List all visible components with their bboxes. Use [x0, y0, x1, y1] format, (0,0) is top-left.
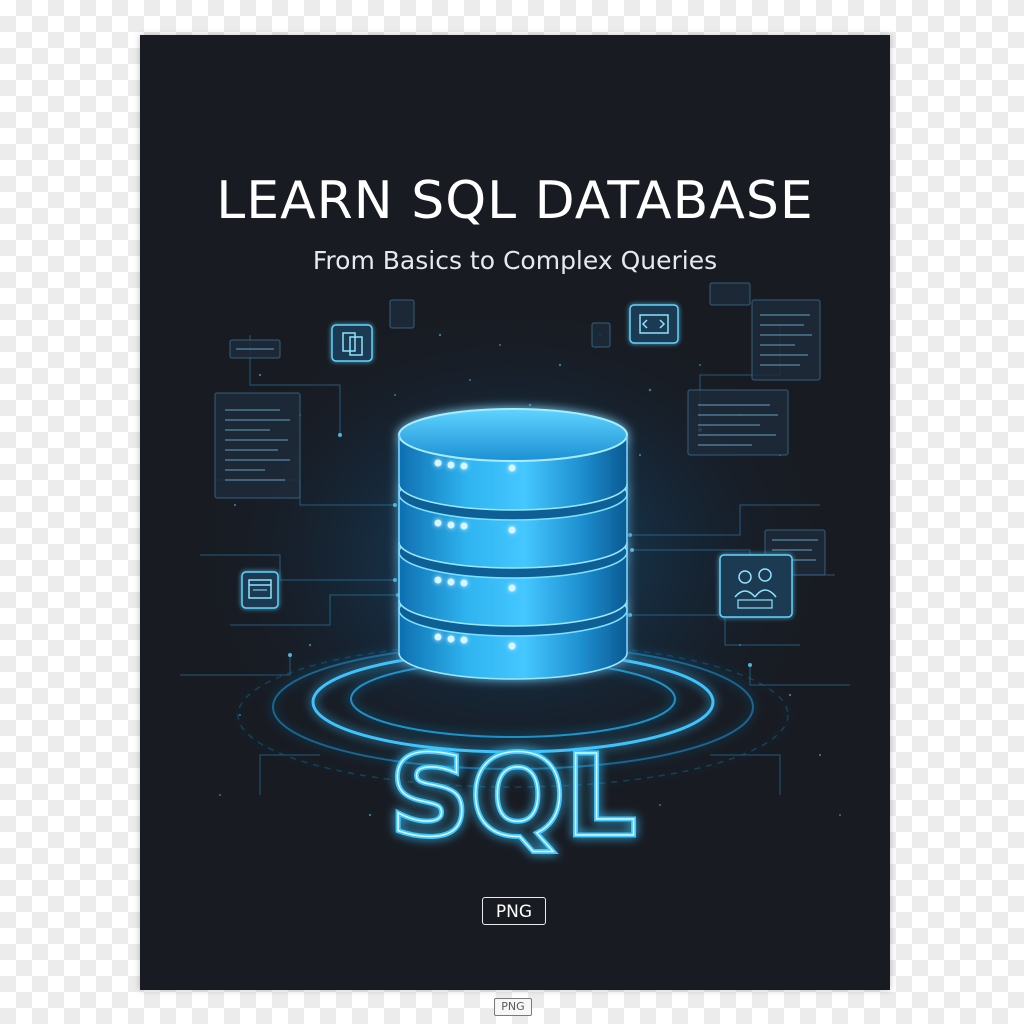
code-icon: [629, 304, 679, 344]
document-icon: [331, 324, 373, 362]
users-icon: [719, 554, 793, 618]
browser-icon: [241, 571, 279, 609]
footer-png-badge: PNG: [494, 998, 532, 1016]
database-illustration: SQL SQL: [180, 282, 850, 865]
poster: LEARN SQL DATABASE From Basics to Comple…: [140, 35, 890, 990]
sql-logo-highlight: SQL: [389, 732, 636, 862]
png-badge: PNG: [482, 897, 546, 925]
database-icon: [398, 408, 628, 680]
